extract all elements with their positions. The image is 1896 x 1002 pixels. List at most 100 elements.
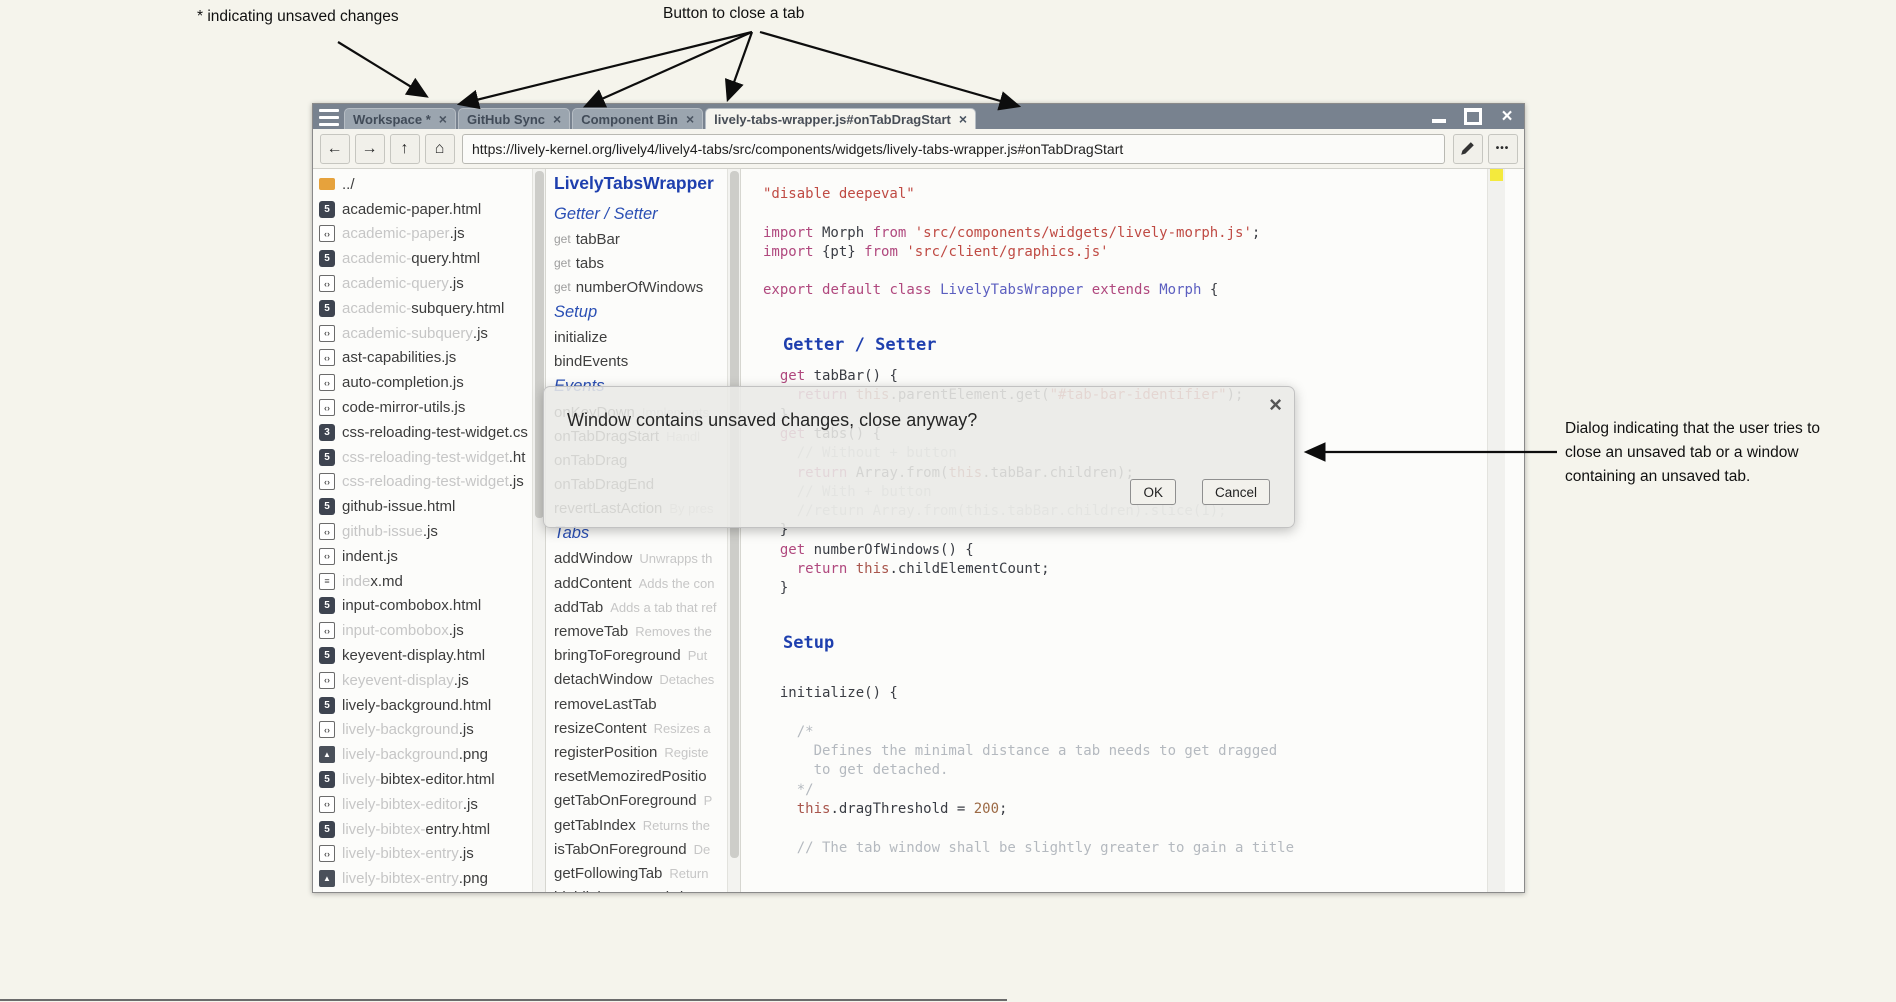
annotation-dialog-note-line: Dialog indicating that the user tries to: [1565, 417, 1895, 441]
ok-button[interactable]: OK: [1130, 479, 1176, 505]
method-list-scrollbar[interactable]: [727, 169, 740, 892]
code-token: tabBar() {: [805, 368, 898, 384]
tab-github-sync[interactable]: GitHub Sync×: [458, 108, 570, 129]
file-row[interactable]: ‹›lively-bibtex-entry.js: [319, 842, 532, 867]
file-row[interactable]: ‹›input-combobox.js: [319, 618, 532, 643]
outline-method-item[interactable]: resizeContentResizes a: [554, 716, 727, 740]
file-row[interactable]: ‹›ast-capabilities.js: [319, 346, 532, 371]
outline-method-item[interactable]: highlightUnsavedChan: [554, 886, 727, 893]
file-row[interactable]: ‹›github-issue.js: [319, 519, 532, 544]
file-row[interactable]: ‹›lively-bibtex-editor.js: [319, 792, 532, 817]
method-doc: De: [694, 842, 711, 857]
file-name-part: query.html: [411, 250, 480, 267]
outline-method-item[interactable]: removeTabRemoves the: [554, 619, 727, 643]
code-token: export: [763, 282, 814, 298]
file-row[interactable]: 5css-reloading-test-widget.ht: [319, 445, 532, 470]
file-row[interactable]: 3css-reloading-test-widget.cs: [319, 420, 532, 445]
outline-method-item[interactable]: isTabOnForeground De: [554, 837, 727, 861]
file-name-part: academic-query: [342, 275, 449, 292]
outline-method-item[interactable]: gettabBar: [554, 227, 727, 251]
file-row[interactable]: ‹›academic-query.js: [319, 271, 532, 296]
tab-close-button[interactable]: ×: [959, 112, 967, 126]
forward-button[interactable]: →: [355, 134, 385, 164]
file-row[interactable]: 5academic-query.html: [319, 246, 532, 271]
getter-prefix: get: [554, 232, 571, 246]
file-row[interactable]: 5academic-paper.html: [319, 197, 532, 222]
file-row[interactable]: ../: [319, 172, 532, 197]
code-token: }: [763, 580, 788, 596]
outline-method-item[interactable]: resetMemoziredPositio: [554, 765, 727, 789]
file-row[interactable]: ≡index.md: [319, 569, 532, 594]
outline-method-item[interactable]: getTabIndexReturns the: [554, 813, 727, 837]
minimize-button[interactable]: [1430, 108, 1448, 126]
file-row[interactable]: ‹›css-reloading-test-widget.js: [319, 470, 532, 495]
outline-method-item[interactable]: gettabs: [554, 251, 727, 275]
url-input[interactable]: [462, 134, 1445, 164]
outline-method-item[interactable]: getFollowingTabReturn: [554, 861, 727, 885]
file-name-part: .js: [423, 523, 438, 540]
tab-component-bin[interactable]: Component Bin×: [572, 108, 703, 129]
html-file-icon: 5: [319, 771, 335, 788]
outline-method-item[interactable]: getTabOnForegroundP: [554, 789, 727, 813]
file-row[interactable]: ‹›code-mirror-utils.js: [319, 395, 532, 420]
tab-close-button[interactable]: ×: [553, 112, 561, 126]
tab-workspace-[interactable]: Workspace *×: [344, 108, 456, 129]
method-name: isTabOnForeground: [554, 841, 687, 858]
window-close-button[interactable]: ×: [1498, 108, 1516, 126]
code-pane[interactable]: "disable deepeval" import Morph from 'sr…: [741, 169, 1524, 892]
file-row[interactable]: 5academic-subquery.html: [319, 296, 532, 321]
outline-method-item[interactable]: addContentAdds the con: [554, 571, 727, 595]
more-button[interactable]: •••: [1488, 134, 1518, 164]
outline-method-item[interactable]: detachWindowDetaches: [554, 668, 727, 692]
home-button[interactable]: ⌂: [425, 134, 455, 164]
file-row[interactable]: ‹›academic-paper.js: [319, 222, 532, 247]
file-name-part: css-reloading-test-widget: [342, 449, 509, 466]
annotation-unsaved-label: * indicating unsaved changes: [197, 8, 399, 26]
html-file-icon: 5: [319, 201, 335, 218]
code-token: to get detached.: [763, 762, 948, 778]
file-list-scrollbar[interactable]: [532, 169, 545, 892]
menu-icon[interactable]: [319, 109, 339, 126]
dialog-close-button[interactable]: ×: [1269, 394, 1282, 416]
outline-method-item[interactable]: removeLastTab: [554, 692, 727, 716]
back-button[interactable]: ←: [320, 134, 350, 164]
outline-method-item[interactable]: addWindowUnwrapps th: [554, 547, 727, 571]
unsaved-changes-dialog: × Window contains unsaved changes, close…: [543, 386, 1295, 528]
tab-lively-tabs-wrapper-js-ontabdragstart[interactable]: lively-tabs-wrapper.js#onTabDragStart×: [705, 108, 976, 129]
file-row[interactable]: ‹›academic-subquery.js: [319, 321, 532, 346]
html-file-icon: 5: [319, 597, 335, 614]
file-row[interactable]: ‹›keyevent-display.js: [319, 668, 532, 693]
outline-method-item[interactable]: registerPositionRegiste: [554, 740, 727, 764]
outline-method-item[interactable]: bindEvents: [554, 350, 727, 374]
edit-button[interactable]: [1453, 134, 1483, 164]
method-name: getTabOnForeground: [554, 792, 697, 809]
outline-method-item[interactable]: getnumberOfWindows: [554, 275, 727, 299]
code-token: // The tab window shall be slightly grea…: [763, 840, 1294, 856]
file-row[interactable]: ▲lively-bibtex-entry.png: [319, 866, 532, 891]
outline-method-item[interactable]: initialize: [554, 326, 727, 350]
file-row[interactable]: 5keyevent-display.html: [319, 643, 532, 668]
file-row[interactable]: ‹›lively-background.js: [319, 718, 532, 743]
file-row[interactable]: 5lively-background.html: [319, 693, 532, 718]
file-row[interactable]: 5input-combobox.html: [319, 594, 532, 619]
file-row[interactable]: 5lively-bibtex-entry.html: [319, 817, 532, 842]
up-button[interactable]: ↑: [390, 134, 420, 164]
code-line: [763, 819, 1484, 838]
file-name-part: .js: [473, 325, 488, 342]
file-row[interactable]: ‹›indent.js: [319, 544, 532, 569]
method-name: highlightUnsavedChan: [554, 889, 705, 892]
md-file-icon: ≡: [319, 573, 335, 590]
code-line: initialize() {: [763, 684, 1484, 703]
outline-method-item[interactable]: addTabAdds a tab that ref: [554, 595, 727, 619]
code-scrollbar[interactable]: [1487, 169, 1505, 892]
code-line: [763, 301, 1484, 320]
cancel-button[interactable]: Cancel: [1202, 479, 1270, 505]
file-row[interactable]: ▲lively-background.png: [319, 742, 532, 767]
tab-close-button[interactable]: ×: [439, 112, 447, 126]
maximize-button[interactable]: [1464, 108, 1482, 126]
file-row[interactable]: ‹›auto-completion.js: [319, 370, 532, 395]
outline-method-item[interactable]: bringToForegroundPut: [554, 644, 727, 668]
file-row[interactable]: 5github-issue.html: [319, 494, 532, 519]
tab-close-button[interactable]: ×: [686, 112, 694, 126]
file-row[interactable]: 5lively-bibtex-editor.html: [319, 767, 532, 792]
